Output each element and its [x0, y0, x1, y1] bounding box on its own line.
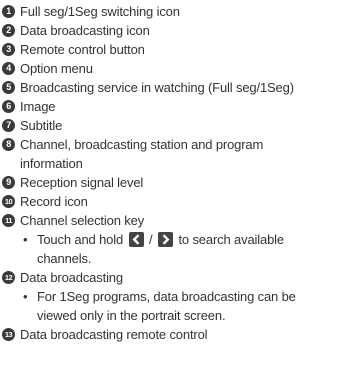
note-text-after: to search available	[178, 232, 284, 247]
list-item: 6 Image	[2, 97, 361, 116]
item-number-badge: 11	[2, 214, 15, 227]
item-number-badge: 10	[2, 195, 15, 208]
bullet-dot: •	[23, 289, 28, 304]
item-number-badge: 9	[2, 176, 15, 189]
note-text-continuation: channels.	[37, 251, 92, 266]
list-item: 4 Option menu	[2, 59, 361, 78]
item-label: Subtitle	[20, 118, 63, 133]
bullet-dot: •	[23, 232, 28, 247]
list-item: 3 Remote control button	[2, 40, 361, 59]
item-label: Image	[20, 99, 56, 114]
item-number-badge: 2	[2, 24, 15, 37]
item-label: Record icon	[20, 194, 88, 209]
item-number-badge: 8	[2, 138, 15, 151]
chevron-right-icon	[157, 232, 173, 247]
item-label: Data broadcasting	[20, 270, 123, 285]
list-item: 10 Record icon	[2, 192, 361, 211]
list-item: 1 Full seg/1Seg switching icon	[2, 2, 361, 21]
item-label: Data broadcasting icon	[20, 23, 150, 38]
item-label: Channel, broadcasting station and progra…	[20, 137, 264, 152]
note-continuation: viewed only in the portrait screen.	[2, 306, 361, 325]
note-bullet: • Touch and hold / to search available	[2, 230, 361, 249]
item-label: Broadcasting service in watching (Full s…	[20, 80, 294, 95]
note-separator: /	[149, 232, 153, 247]
note-bullet: • For 1Seg programs, data broadcasting c…	[2, 287, 361, 306]
item-number-badge: 4	[2, 62, 15, 75]
list-item: 9 Reception signal level	[2, 173, 361, 192]
list-item: 13 Data broadcasting remote control	[2, 325, 361, 344]
list-item: 12 Data broadcasting	[2, 268, 361, 287]
list-item: 11 Channel selection key	[2, 211, 361, 230]
item-number-badge: 5	[2, 81, 15, 94]
list-item: 5 Broadcasting service in watching (Full…	[2, 78, 361, 97]
note-text: Touch and hold / to search available	[37, 230, 284, 249]
note-text: For 1Seg programs, data broadcasting can…	[37, 289, 296, 304]
legend-list: 1 Full seg/1Seg switching icon 2 Data br…	[0, 0, 361, 344]
note-text-continuation: viewed only in the portrait screen.	[37, 308, 226, 323]
item-number-badge: 1	[2, 5, 15, 18]
item-label: Option menu	[20, 61, 93, 76]
item-number-badge: 3	[2, 43, 15, 56]
item-label-continuation: information	[20, 156, 83, 171]
item-label: Data broadcasting remote control	[20, 327, 208, 342]
list-item: 2 Data broadcasting icon	[2, 21, 361, 40]
item-label: Full seg/1Seg switching icon	[20, 4, 180, 19]
list-item: 8 Channel, broadcasting station and prog…	[2, 135, 361, 154]
note-text-before: Touch and hold	[37, 232, 124, 247]
note-continuation: channels.	[2, 249, 361, 268]
item-label: Channel selection key	[20, 213, 145, 228]
item-number-badge: 6	[2, 100, 15, 113]
item-label: Reception signal level	[20, 175, 144, 190]
list-item: 7 Subtitle	[2, 116, 361, 135]
item-number-badge: 7	[2, 119, 15, 132]
item-label: Remote control button	[20, 42, 145, 57]
item-number-badge: 12	[2, 271, 15, 284]
item-number-badge: 13	[2, 328, 15, 341]
chevron-left-icon	[128, 232, 144, 247]
